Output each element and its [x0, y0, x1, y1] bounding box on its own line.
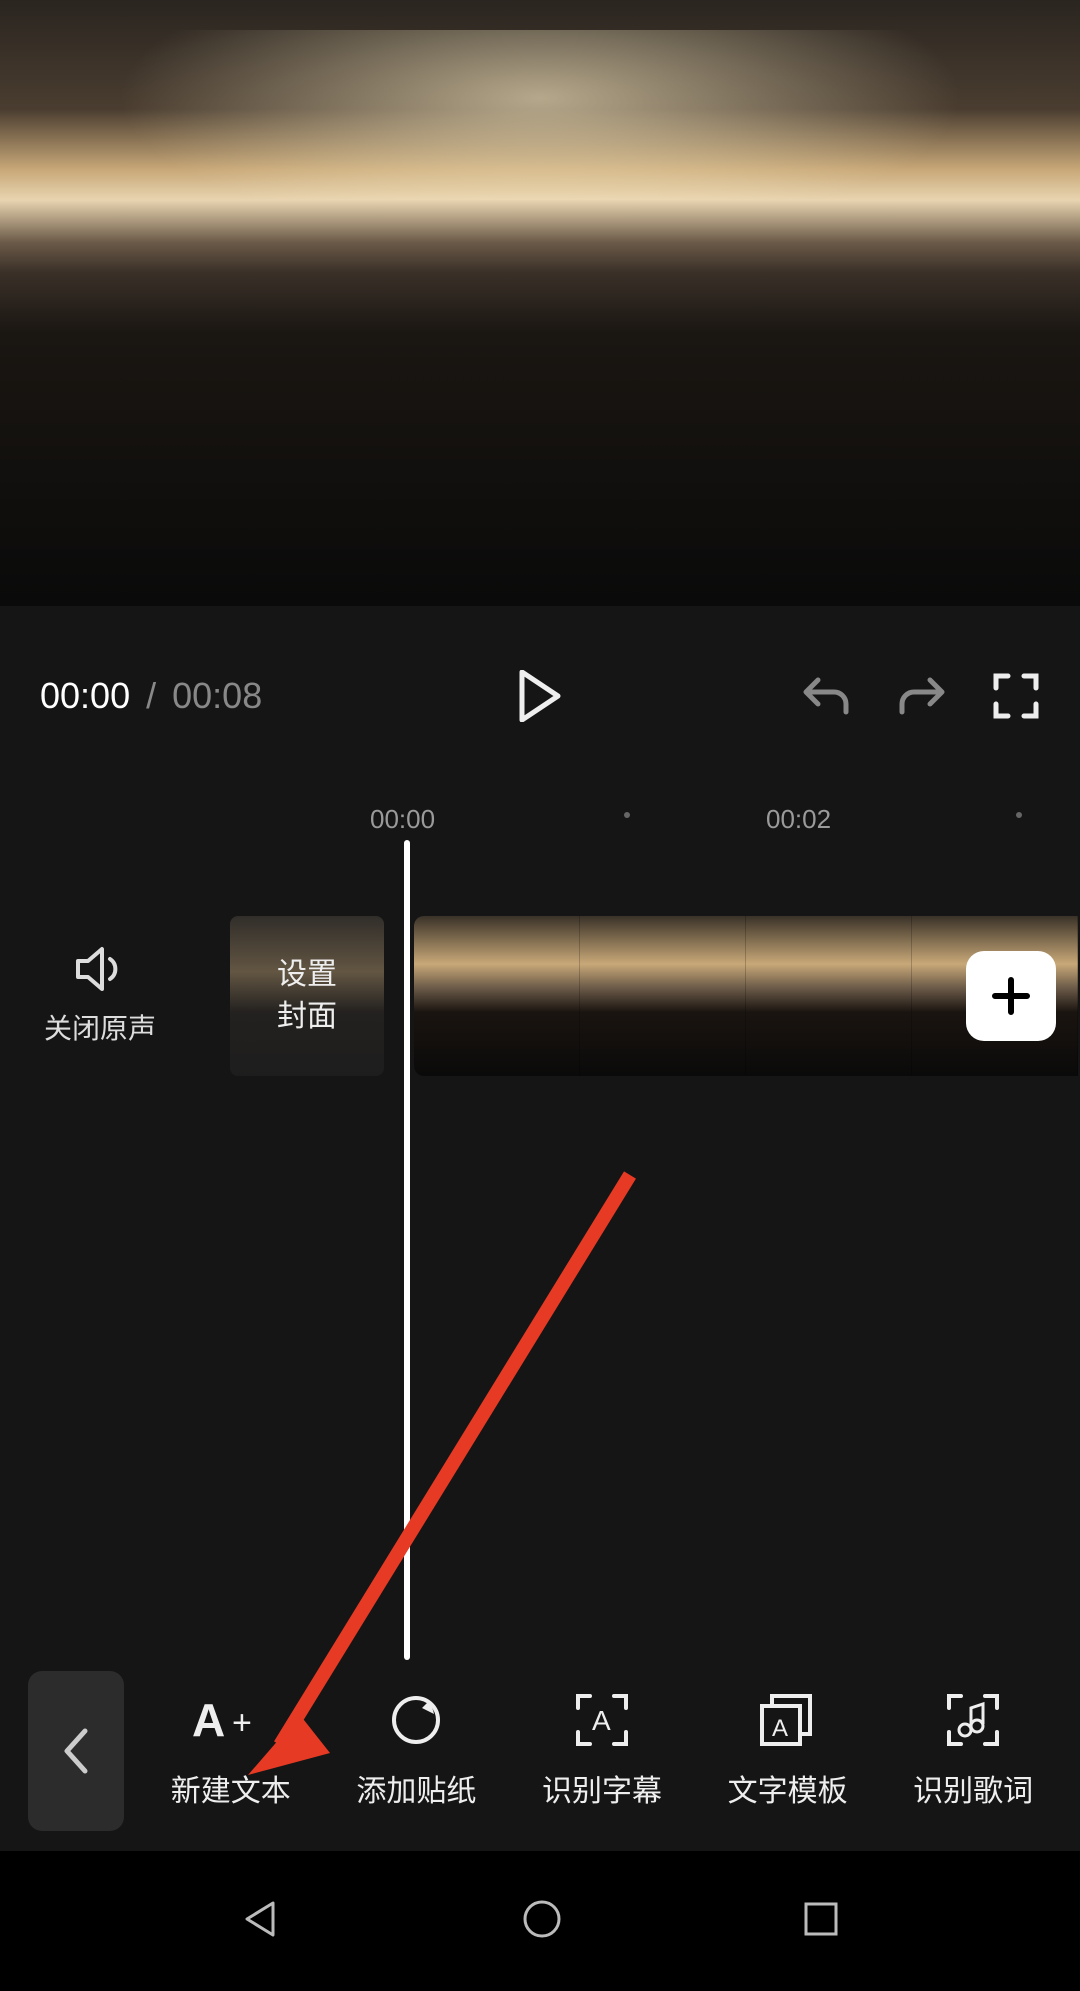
nav-home-button[interactable] — [520, 1897, 564, 1946]
text-template-button[interactable]: A 文字模板 — [728, 1692, 848, 1810]
square-icon — [801, 1899, 841, 1939]
time-separator: / — [146, 675, 156, 716]
svg-text:A: A — [592, 1705, 611, 1736]
svg-text:A: A — [192, 1694, 225, 1746]
ruler-tick: 00:02 — [766, 804, 831, 835]
auto-caption-button[interactable]: A 识别字幕 — [542, 1692, 662, 1810]
fullscreen-button[interactable] — [992, 672, 1040, 720]
plus-icon — [989, 974, 1033, 1018]
circle-icon — [520, 1897, 564, 1941]
chevron-left-icon — [61, 1727, 91, 1775]
timeline-ruler: 00:00 00:02 — [0, 786, 1080, 846]
time-current: 00:00 — [40, 675, 130, 716]
nav-back-button[interactable] — [239, 1897, 283, 1946]
ruler-tick: 00:00 — [370, 804, 435, 835]
play-button[interactable] — [518, 670, 562, 722]
cover-label: 设置 封面 — [277, 954, 337, 1038]
nav-recent-button[interactable] — [801, 1899, 841, 1944]
mute-original-audio[interactable]: 关闭原声 — [0, 945, 200, 1047]
text-template-icon: A — [758, 1692, 818, 1748]
add-sticker-button[interactable]: 添加贴纸 — [356, 1692, 476, 1810]
undo-button[interactable] — [800, 674, 852, 718]
tool-label: 文字模板 — [728, 1766, 848, 1810]
mute-label: 关闭原声 — [44, 1007, 156, 1047]
tool-label: 新建文本 — [171, 1766, 291, 1810]
toolbar-back-button[interactable] — [28, 1671, 124, 1831]
svg-text:+: + — [232, 1704, 252, 1742]
video-preview[interactable] — [0, 0, 1080, 606]
auto-lyrics-button[interactable]: 识别歌词 — [913, 1692, 1033, 1810]
new-text-button[interactable]: A + 新建文本 — [171, 1692, 291, 1810]
set-cover-button[interactable]: 设置 封面 — [230, 916, 384, 1076]
undo-icon — [800, 674, 852, 718]
triangle-left-icon — [239, 1897, 283, 1941]
fullscreen-icon — [992, 672, 1040, 720]
play-icon — [518, 670, 562, 722]
tool-label: 识别字幕 — [542, 1766, 662, 1810]
tool-label: 添加贴纸 — [356, 1766, 476, 1810]
tool-label: 识别歌词 — [913, 1766, 1033, 1810]
system-navbar — [0, 1851, 1080, 1991]
redo-icon — [896, 674, 948, 718]
text-add-icon: A + — [192, 1694, 270, 1746]
add-clip-button[interactable] — [966, 951, 1056, 1041]
text-toolbar: A + 新建文本 添加贴纸 A 识别字幕 — [0, 1651, 1080, 1851]
clip-frame — [746, 916, 912, 1076]
time-duration: 00:08 — [172, 675, 262, 716]
ruler-dot — [1016, 812, 1022, 818]
clip-frame — [580, 916, 746, 1076]
playhead[interactable] — [404, 840, 410, 1660]
redo-button[interactable] — [896, 674, 948, 718]
video-track: 关闭原声 设置 封面 — [0, 916, 1080, 1076]
svg-text:A: A — [772, 1715, 788, 1742]
speaker-icon — [74, 945, 126, 993]
sticker-icon — [390, 1694, 442, 1746]
playback-controls: 00:00 / 00:08 — [0, 606, 1080, 786]
time-display: 00:00 / 00:08 — [40, 675, 262, 717]
ruler-dot — [624, 812, 630, 818]
caption-scan-icon: A — [574, 1692, 630, 1748]
timeline[interactable]: 00:00 00:02 关闭原声 设置 封面 — [0, 786, 1080, 1076]
lyrics-scan-icon — [945, 1692, 1001, 1748]
clip-frame — [414, 916, 580, 1076]
